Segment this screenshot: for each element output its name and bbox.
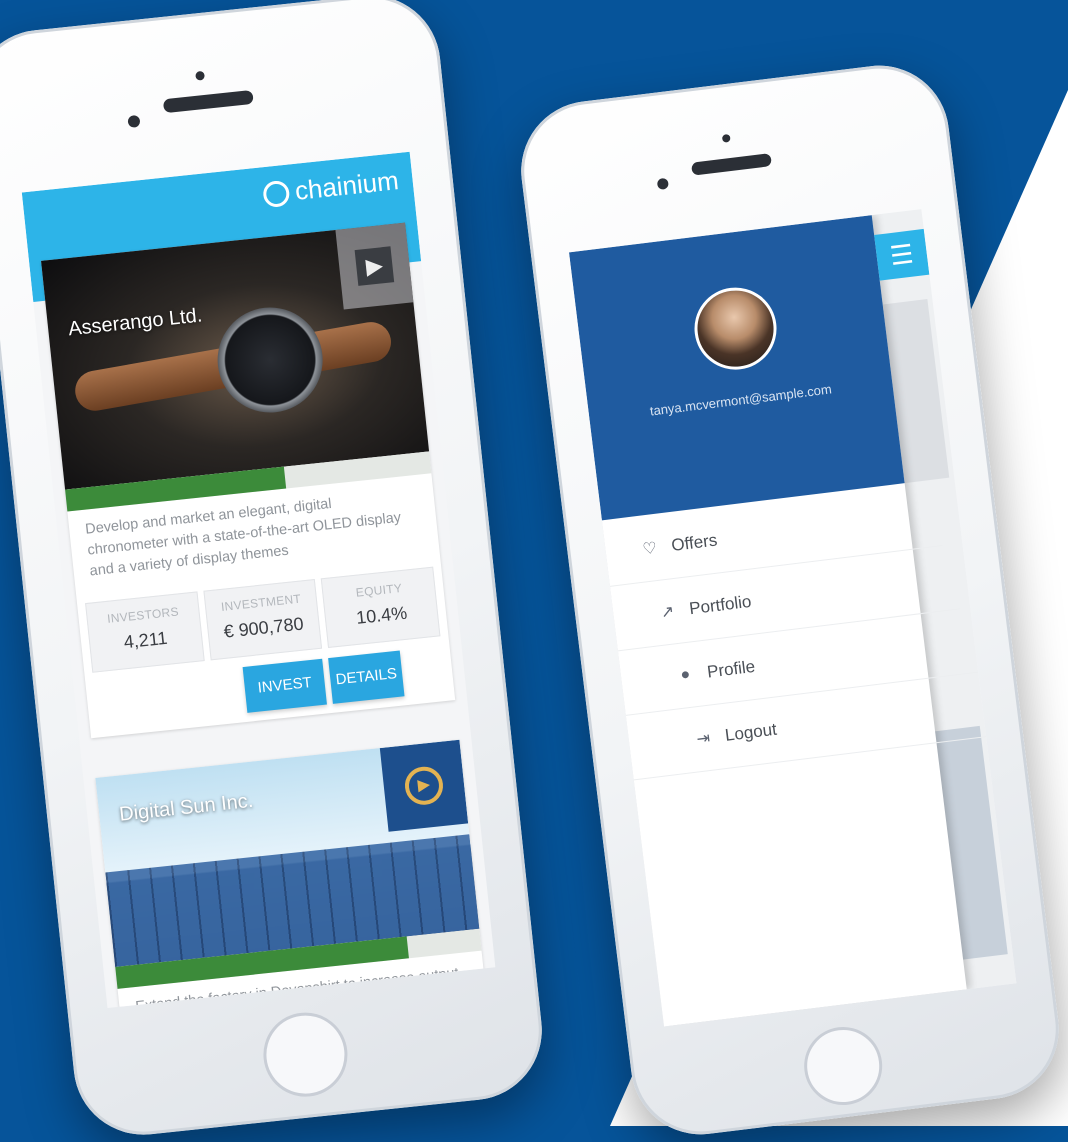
sign-out-icon: ⇥ [695,729,711,749]
chart-line-icon: ↗ [659,603,676,622]
front-camera [127,114,141,129]
brand-name: chainium [293,165,401,206]
offer-image: Digital Sun Inc. ▶ [95,739,480,968]
offer-title: Asserango Ltd. [67,304,204,341]
screen-menu: tanya.mcvermont@sample.com ♡ Offers ↗ Po… [568,209,1017,1027]
stat-equity: EQUITY 10.4% [321,566,441,648]
user-icon: ● [679,665,692,684]
stat-investors: INVESTORS 4,211 [85,591,205,673]
stat-value: 4,211 [122,627,169,653]
menu-item-label: Profile [706,656,757,682]
play-icon: ▶ [354,246,395,286]
menu-item-label: Logout [723,719,778,745]
home-button[interactable] [799,1022,887,1110]
hamburger-menu-button[interactable]: ☰ [874,228,930,281]
watch-face [212,302,328,418]
avatar[interactable] [689,282,782,375]
brand-logo: chainium [261,165,401,210]
stat-label: INVESTMENT [220,591,302,614]
stat-value: 10.4% [355,602,409,628]
front-sensor [721,133,731,143]
offer-card: Asserango Ltd. ▶ Develop and market an e… [41,222,456,739]
front-camera [656,177,669,191]
stat-investment: INVESTMENT € 900,780 [203,579,323,661]
chainium-logo-icon [261,179,291,208]
stat-value: € 900,780 [222,613,305,642]
offer-image: Asserango Ltd. ▶ [41,222,430,490]
menu-item-label: Offers [670,530,719,555]
user-email: tanya.mcvermont@sample.com [649,381,833,419]
handshake-icon: ♡ [641,539,658,559]
play-video-button[interactable]: ▶ [335,222,414,310]
front-sensor [195,70,205,81]
speaker-grill [690,153,772,176]
menu-item-label: Portfolio [688,591,753,619]
stat-label: INVESTORS [106,604,180,626]
drawer-header: tanya.mcvermont@sample.com [568,215,905,521]
play-video-button[interactable]: ▶ [379,739,469,832]
stat-label: EQUITY [355,580,403,600]
offer-card: Digital Sun Inc. ▶ Extend the factory in… [95,739,487,1009]
invest-button[interactable]: INVEST [242,658,327,713]
speaker-grill [162,89,254,114]
details-button[interactable]: DETAILS [328,650,405,704]
hamburger-icon: ☰ [888,238,916,272]
play-icon: ▶ [403,764,445,807]
home-button[interactable] [259,1008,352,1101]
offer-title: Digital Sun Inc. [118,789,255,826]
screen-offers: chainium ← Asserango Ltd. ▶ Develop and … [21,151,496,1009]
